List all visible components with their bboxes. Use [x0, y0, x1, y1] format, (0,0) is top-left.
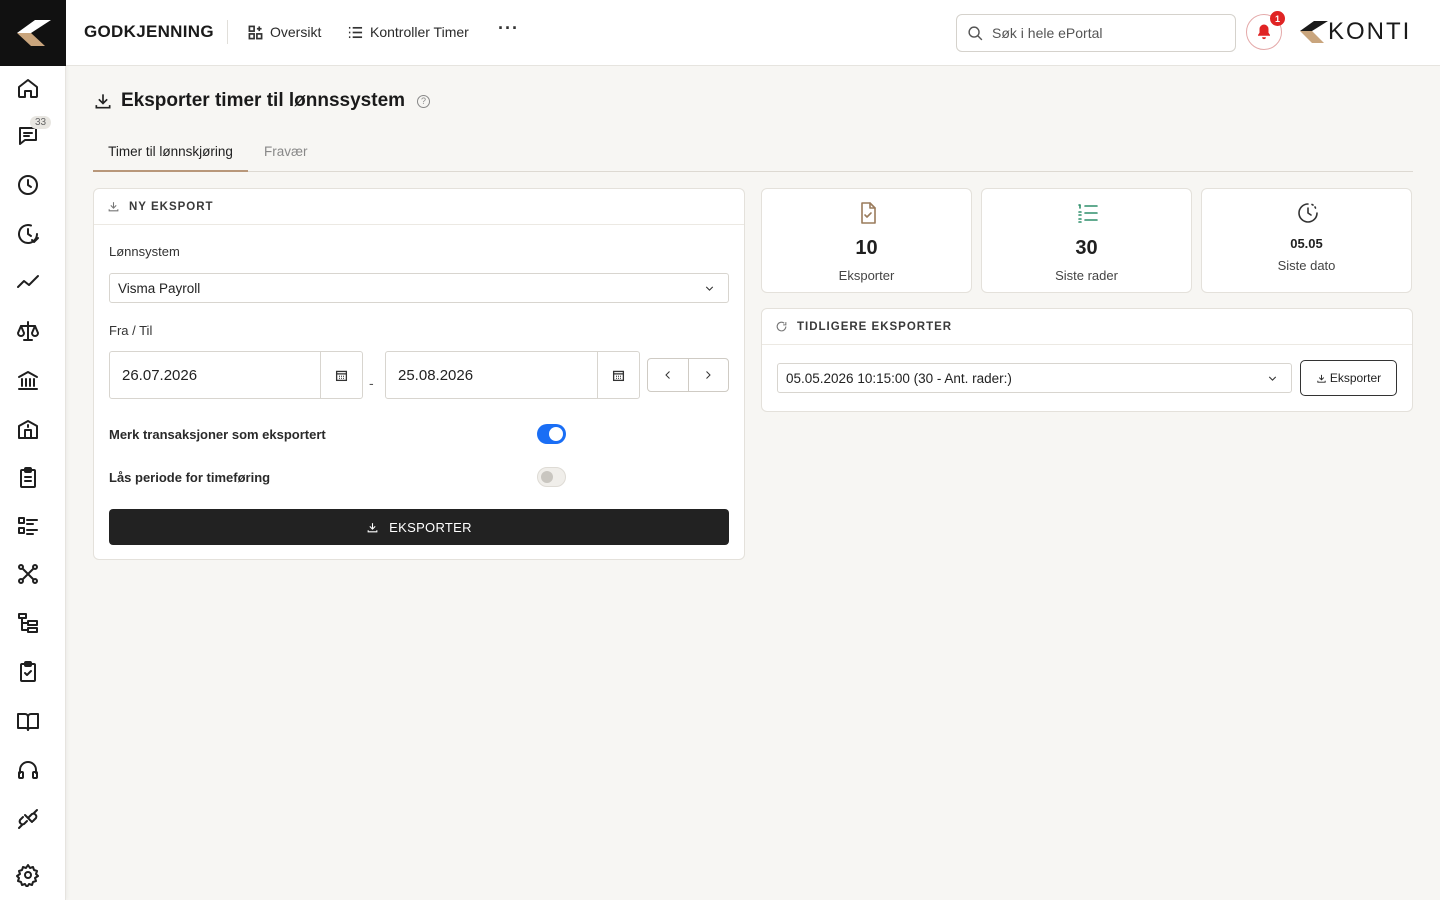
topbar: GODKJENNING Oversikt Kontroller Timer ··…: [66, 0, 1440, 66]
payroll-system-value: Visma Payroll: [118, 280, 201, 296]
payroll-system-label: Lønnsystem: [109, 244, 180, 259]
sidebar: 33: [0, 0, 66, 900]
chevron-down-icon: [1268, 376, 1277, 381]
page-title: Eksporter timer til lønnssystem: [121, 90, 406, 111]
payroll-system-select[interactable]: Visma Payroll: [109, 273, 729, 303]
stat-card-exports: 10 Eksporter: [761, 188, 972, 293]
messages-badge: 33: [30, 116, 52, 129]
list-ordered-icon: [1078, 204, 1098, 223]
chevron-right-icon: [706, 371, 711, 379]
list-icon[interactable]: [14, 512, 42, 540]
search-input[interactable]: [992, 25, 1212, 41]
lock-period-label: Lås periode for timeføring: [109, 470, 271, 485]
export-button[interactable]: EKSPORTER: [109, 509, 729, 545]
tree-icon[interactable]: [14, 609, 42, 637]
scale-icon[interactable]: [14, 317, 42, 345]
stat-exports-caption: Eksporter: [838, 268, 895, 283]
next-period-button[interactable]: [689, 359, 729, 391]
tab-bar: Timer til lønnskjøring Fravær: [93, 134, 1413, 172]
chevron-left-icon: [665, 371, 670, 379]
nav-kontroller-timer-label: Kontroller Timer: [370, 24, 469, 40]
brand-logo: KONTI: [1298, 18, 1411, 46]
app-title: GODKJENNING: [84, 22, 214, 41]
lock-period-toggle[interactable]: [537, 467, 566, 487]
list-icon: [348, 26, 363, 38]
previous-exports-title: TIDLIGERE EKSPORTER: [797, 320, 953, 333]
new-export-card: NY EKSPORT Lønnsystem Visma Payroll Fra …: [93, 188, 745, 560]
clipboard-check-icon[interactable]: [14, 658, 42, 686]
nav-oversikt[interactable]: Oversikt: [248, 24, 321, 40]
file-check-icon: [861, 202, 876, 224]
previous-exports-header: TIDLIGERE EKSPORTER: [762, 309, 1412, 345]
download-icon: [367, 522, 378, 532]
previous-export-select[interactable]: 05.05.2026 10:15:00 (30 - Ant. rader:): [777, 363, 1292, 393]
bell-icon: [1258, 24, 1270, 40]
topbar-divider: [227, 20, 228, 44]
new-export-header: NY EKSPORT: [94, 189, 744, 225]
stat-last-rows-value: 30: [1075, 237, 1098, 259]
trend-icon[interactable]: [14, 268, 42, 296]
chevron-down-icon: [705, 286, 714, 291]
nav-oversikt-label: Oversikt: [270, 24, 322, 40]
period-nav: [647, 358, 729, 392]
previous-export-value: 05.05.2026 10:15:00 (30 - Ant. rader:): [786, 370, 1012, 386]
search-icon: [968, 25, 983, 40]
stat-exports-value: 10: [855, 237, 878, 259]
download-icon: [95, 94, 111, 109]
previous-export-button[interactable]: Eksporter: [1300, 360, 1397, 396]
clipboard-icon[interactable]: [14, 464, 42, 492]
download-icon: [108, 202, 119, 212]
clock-check-icon[interactable]: [14, 220, 42, 248]
date-separator: -: [369, 375, 374, 391]
stat-last-date-value: 05.05: [1290, 236, 1323, 251]
refresh-icon: [776, 321, 787, 332]
logo-mark-icon: [17, 20, 51, 46]
calendar-icon: [335, 370, 348, 381]
tab-timer-til-lonnskjoring[interactable]: Timer til lønnskjøring: [93, 144, 248, 172]
stat-card-last-rows: 30 Siste rader: [981, 188, 1192, 293]
stat-last-date-caption: Siste dato: [1277, 258, 1336, 273]
gear-icon[interactable]: [14, 861, 42, 889]
calendar-icon: [612, 370, 625, 381]
tab-fravaer[interactable]: Fravær: [264, 144, 308, 159]
to-date-value: 25.08.2026: [398, 366, 474, 384]
to-date-calendar-button[interactable]: [597, 351, 639, 399]
stat-card-last-date: 05.05 Siste dato: [1201, 188, 1412, 293]
mark-exported-label: Merk transaksjoner som eksportert: [109, 427, 326, 442]
headset-icon[interactable]: [14, 756, 42, 784]
page-header: Eksporter timer til lønnssystem ?: [93, 90, 431, 112]
export-button-label: EKSPORTER: [389, 519, 472, 535]
home-icon[interactable]: [14, 74, 42, 102]
notification-badge: 1: [1270, 11, 1285, 26]
more-menu-button[interactable]: ···: [498, 18, 519, 39]
from-date-field[interactable]: 26.07.2026: [109, 351, 363, 399]
app-logo[interactable]: [0, 0, 66, 66]
mark-exported-toggle[interactable]: [537, 424, 566, 444]
bank-icon[interactable]: [14, 366, 42, 394]
help-icon[interactable]: ?: [417, 94, 431, 108]
from-date-calendar-button[interactable]: [320, 351, 362, 399]
previous-export-button-label: Eksporter: [1329, 371, 1382, 385]
stat-last-rows-caption: Siste rader: [1055, 268, 1118, 283]
new-export-title: NY EKSPORT: [129, 200, 214, 213]
grid-add-icon: [248, 25, 263, 39]
download-icon: [1317, 374, 1326, 383]
search-box[interactable]: [956, 14, 1236, 52]
previous-exports-card: TIDLIGERE EKSPORTER 05.05.2026 10:15:00 …: [761, 308, 1413, 412]
network-icon[interactable]: [14, 560, 42, 588]
clock-icon[interactable]: [14, 171, 42, 199]
nav-kontroller-timer[interactable]: Kontroller Timer: [348, 24, 469, 40]
plug-icon[interactable]: [14, 805, 42, 833]
period-label: Fra / Til: [109, 323, 153, 338]
brand-mark-icon: [1300, 21, 1328, 43]
to-date-field[interactable]: 25.08.2026: [385, 351, 640, 399]
clock-icon: [1298, 203, 1318, 223]
from-date-value: 26.07.2026: [122, 366, 198, 384]
building-icon[interactable]: [14, 415, 42, 443]
brand-text: KONTI: [1328, 18, 1412, 45]
previous-period-button[interactable]: [648, 359, 689, 391]
book-icon[interactable]: [14, 707, 42, 735]
